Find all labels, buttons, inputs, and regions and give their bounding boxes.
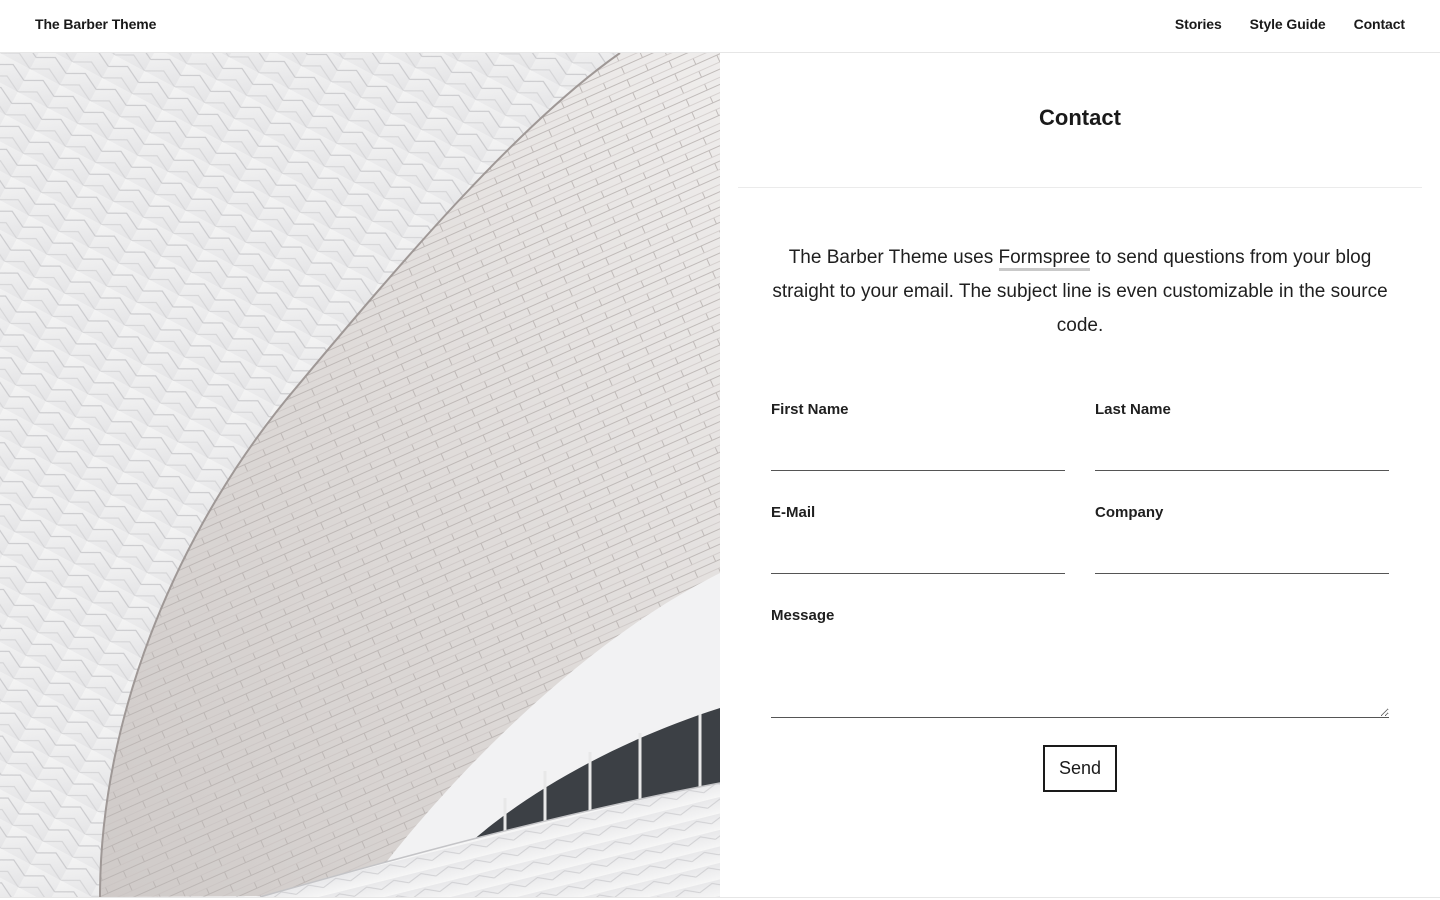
first-name-label: First Name (771, 401, 849, 418)
intro-text: The Barber Theme uses Formspree to send … (770, 241, 1390, 343)
nav-link-contact[interactable]: Contact (1354, 16, 1406, 32)
title-divider (738, 187, 1422, 188)
architecture-photo (0, 53, 720, 897)
intro-text-before: The Barber Theme uses (788, 247, 999, 268)
page-title: Contact (1039, 105, 1121, 130)
contact-section: Contact The Barber Theme uses Formspree … (720, 53, 1440, 897)
company-input[interactable] (1095, 544, 1389, 574)
formspree-link[interactable]: Formspree (998, 247, 1091, 271)
email-label: E-Mail (771, 504, 816, 521)
company-label: Company (1095, 504, 1164, 521)
send-button[interactable]: Send (1043, 745, 1117, 792)
message-textarea[interactable] (771, 643, 1389, 718)
message-label: Message (771, 607, 835, 624)
hero-image (0, 53, 720, 897)
first-name-input[interactable] (771, 441, 1065, 471)
main-nav: Stories Style Guide Contact (1175, 16, 1405, 32)
footer-divider (0, 897, 1440, 898)
site-header: The Barber Theme Stories Style Guide Con… (0, 0, 1440, 53)
email-input[interactable] (771, 544, 1065, 574)
brand-link[interactable]: The Barber Theme (35, 16, 156, 32)
last-name-label: Last Name (1095, 401, 1171, 418)
nav-link-style-guide[interactable]: Style Guide (1250, 16, 1326, 32)
nav-link-stories[interactable]: Stories (1175, 16, 1222, 32)
last-name-input[interactable] (1095, 441, 1389, 471)
